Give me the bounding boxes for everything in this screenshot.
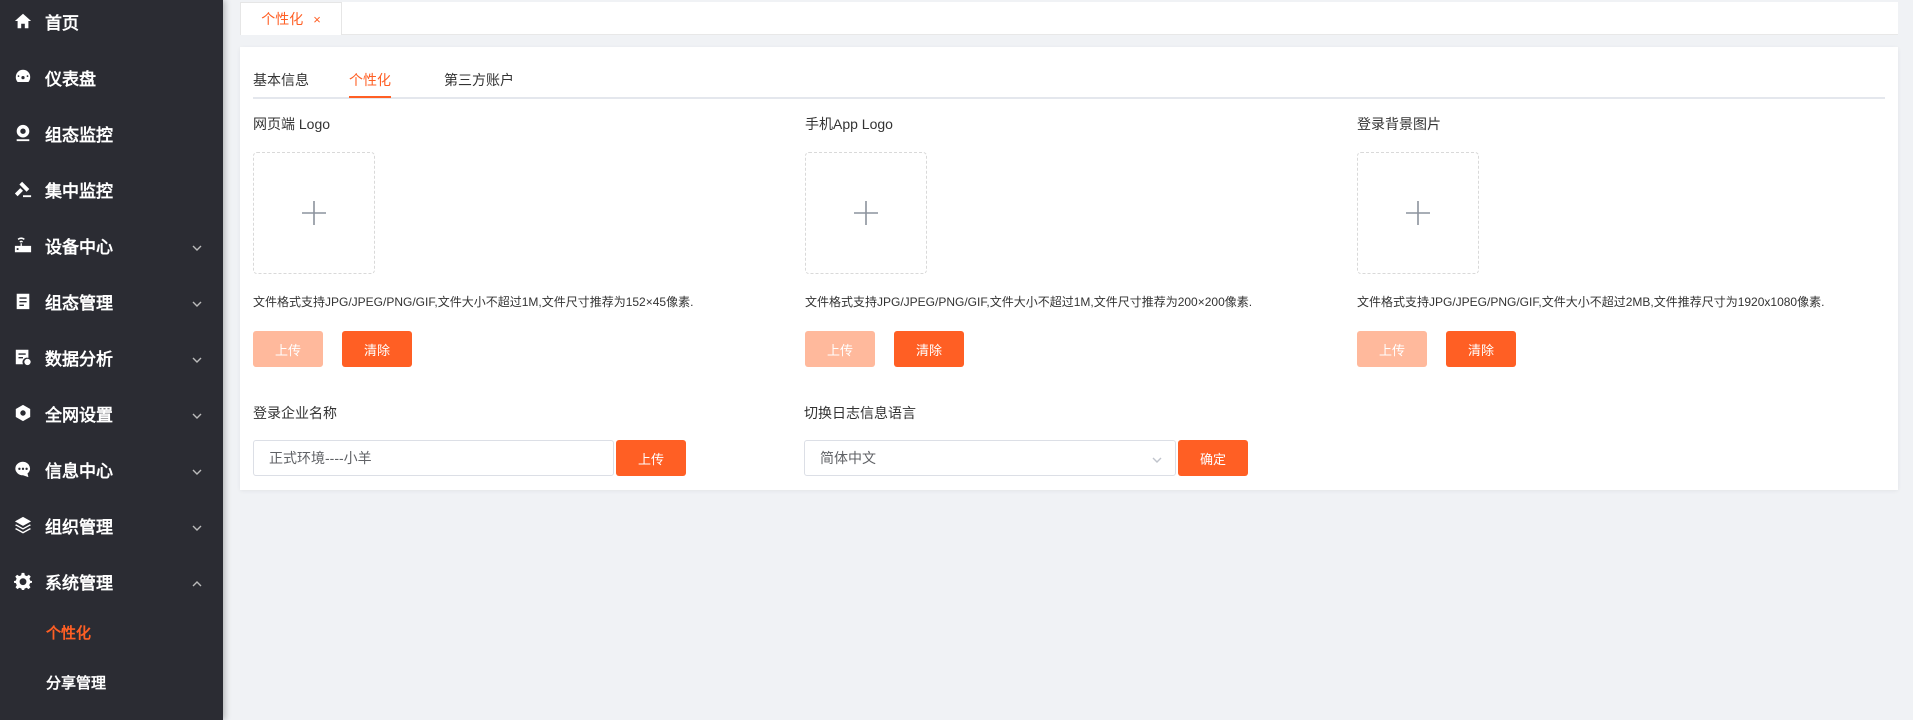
upload-hint: 文件格式支持JPG/JPEG/PNG/GIF,文件大小不超过2MB,文件推荐尺寸… [1357,295,1825,309]
login-background-section: 登录背景图片 文件格式支持JPG/JPEG/PNG/GIF,文件大小不超过2MB… [1357,114,1824,367]
chevron-down-icon [191,295,203,307]
upload-button[interactable]: 上传 [1357,331,1427,367]
sidebar-subitem-share-management[interactable]: 分享管理 [0,657,223,707]
section-title: 手机App Logo [805,116,893,132]
chevron-down-icon [1151,453,1163,465]
active-tab-indicator [349,96,391,98]
sidebar-item-home[interactable]: 首页 [0,0,223,49]
confirm-button[interactable]: 确定 [1178,440,1248,476]
company-name-input[interactable] [253,440,614,476]
sidebar-item-device-center[interactable]: 设备中心 [0,217,223,273]
log-language-label: 切换日志信息语言 [804,405,916,421]
log-language-select[interactable]: 简体中文 [804,440,1176,476]
login-background-uploader[interactable] [1357,152,1479,274]
upload-button[interactable]: 上传 [805,331,875,367]
sidebar-item-network-settings[interactable]: 全网设置 [0,385,223,441]
webcam-icon [13,123,33,143]
chevron-down-icon [191,239,203,251]
layers-icon [13,515,33,535]
section-title: 登录背景图片 [1357,116,1441,132]
clear-button[interactable]: 清除 [894,331,964,367]
close-icon[interactable]: × [313,12,321,27]
chevron-up-icon [191,575,203,587]
sidebar-item-label: 首页 [45,13,79,33]
upload-button[interactable]: 上传 [253,331,323,367]
sidebar-item-label: 仪表盘 [45,69,96,89]
sidebar-item-system-management[interactable]: 系统管理 [0,553,223,609]
chevron-down-icon [191,463,203,475]
sidebar: 首页 仪表盘 组态监控 集中监控 设备中心 组态管理 数据分析 全网设置 信息中… [0,0,223,720]
clear-button[interactable]: 清除 [1446,331,1516,367]
sidebar-item-label: 系统管理 [45,573,113,593]
sidebar-item-data-analysis[interactable]: 数据分析 [0,329,223,385]
sidebar-item-message-center[interactable]: 信息中心 [0,441,223,497]
sidebar-item-label: 数据分析 [45,349,113,369]
plus-icon [1406,201,1430,225]
tab-third-party-accounts[interactable]: 第三方账户 [444,70,514,90]
tabs: 基本信息 个性化 第三方账户 [253,47,1885,99]
section-title: 网页端 Logo [253,116,331,132]
chevron-down-icon [191,519,203,531]
clipboard-icon [13,291,33,311]
sidebar-item-label: 组态监控 [45,125,113,145]
company-name-label: 登录企业名称 [253,405,337,421]
sidebar-subitem-personalization[interactable]: 个性化 [0,607,223,657]
tab-basic-info[interactable]: 基本信息 [253,70,309,90]
upload-hint: 文件格式支持JPG/JPEG/PNG/GIF,文件大小不超过1M,文件尺寸推荐为… [253,295,694,309]
sidebar-item-label: 组态管理 [45,293,113,313]
app-logo-uploader[interactable] [805,152,927,274]
sidebar-item-label: 集中监控 [45,181,113,201]
app-logo-section: 手机App Logo 文件格式支持JPG/JPEG/PNG/GIF,文件大小不超… [805,114,1252,367]
web-logo-uploader[interactable] [253,152,375,274]
company-name-upload-button[interactable]: 上传 [616,440,686,476]
dashboard-icon [13,67,33,87]
sidebar-item-organization[interactable]: 组织管理 [0,497,223,553]
sidebar-item-dashboard[interactable]: 仪表盘 [0,49,223,105]
tag-personalization[interactable]: 个性化 × [240,2,342,35]
sidebar-item-config-monitor[interactable]: 组态监控 [0,105,223,161]
chat-icon [13,459,33,479]
sidebar-item-label: 组织管理 [45,517,113,537]
tags-view-bar: 个性化 × [240,2,1898,35]
sidebar-item-central-monitor[interactable]: 集中监控 [0,161,223,217]
clear-button[interactable]: 清除 [342,331,412,367]
report-icon [13,347,33,367]
chevron-down-icon [191,351,203,363]
sidebar-item-label: 信息中心 [45,461,113,481]
tag-label: 个性化 [261,11,304,27]
sidebar-item-label: 设备中心 [45,237,113,257]
hammer-icon [13,179,33,199]
plus-icon [854,201,878,225]
home-icon [13,11,33,31]
web-logo-section: 网页端 Logo 文件格式支持JPG/JPEG/PNG/GIF,文件大小不超过1… [253,114,693,367]
sidebar-item-config-management[interactable]: 组态管理 [0,273,223,329]
gear-icon [13,571,33,591]
tab-personalization[interactable]: 个性化 [349,70,391,90]
plus-icon [302,201,326,225]
personalization-card: 基本信息 个性化 第三方账户 网页端 Logo 文件格式支持JPG/JPEG/P… [240,47,1898,490]
sidebar-item-label: 全网设置 [45,405,113,425]
selected-value: 简体中文 [820,450,876,466]
hexagon-icon [13,403,33,423]
upload-hint: 文件格式支持JPG/JPEG/PNG/GIF,文件大小不超过1M,文件尺寸推荐为… [805,295,1253,309]
chevron-down-icon [191,407,203,419]
router-icon [13,235,33,255]
